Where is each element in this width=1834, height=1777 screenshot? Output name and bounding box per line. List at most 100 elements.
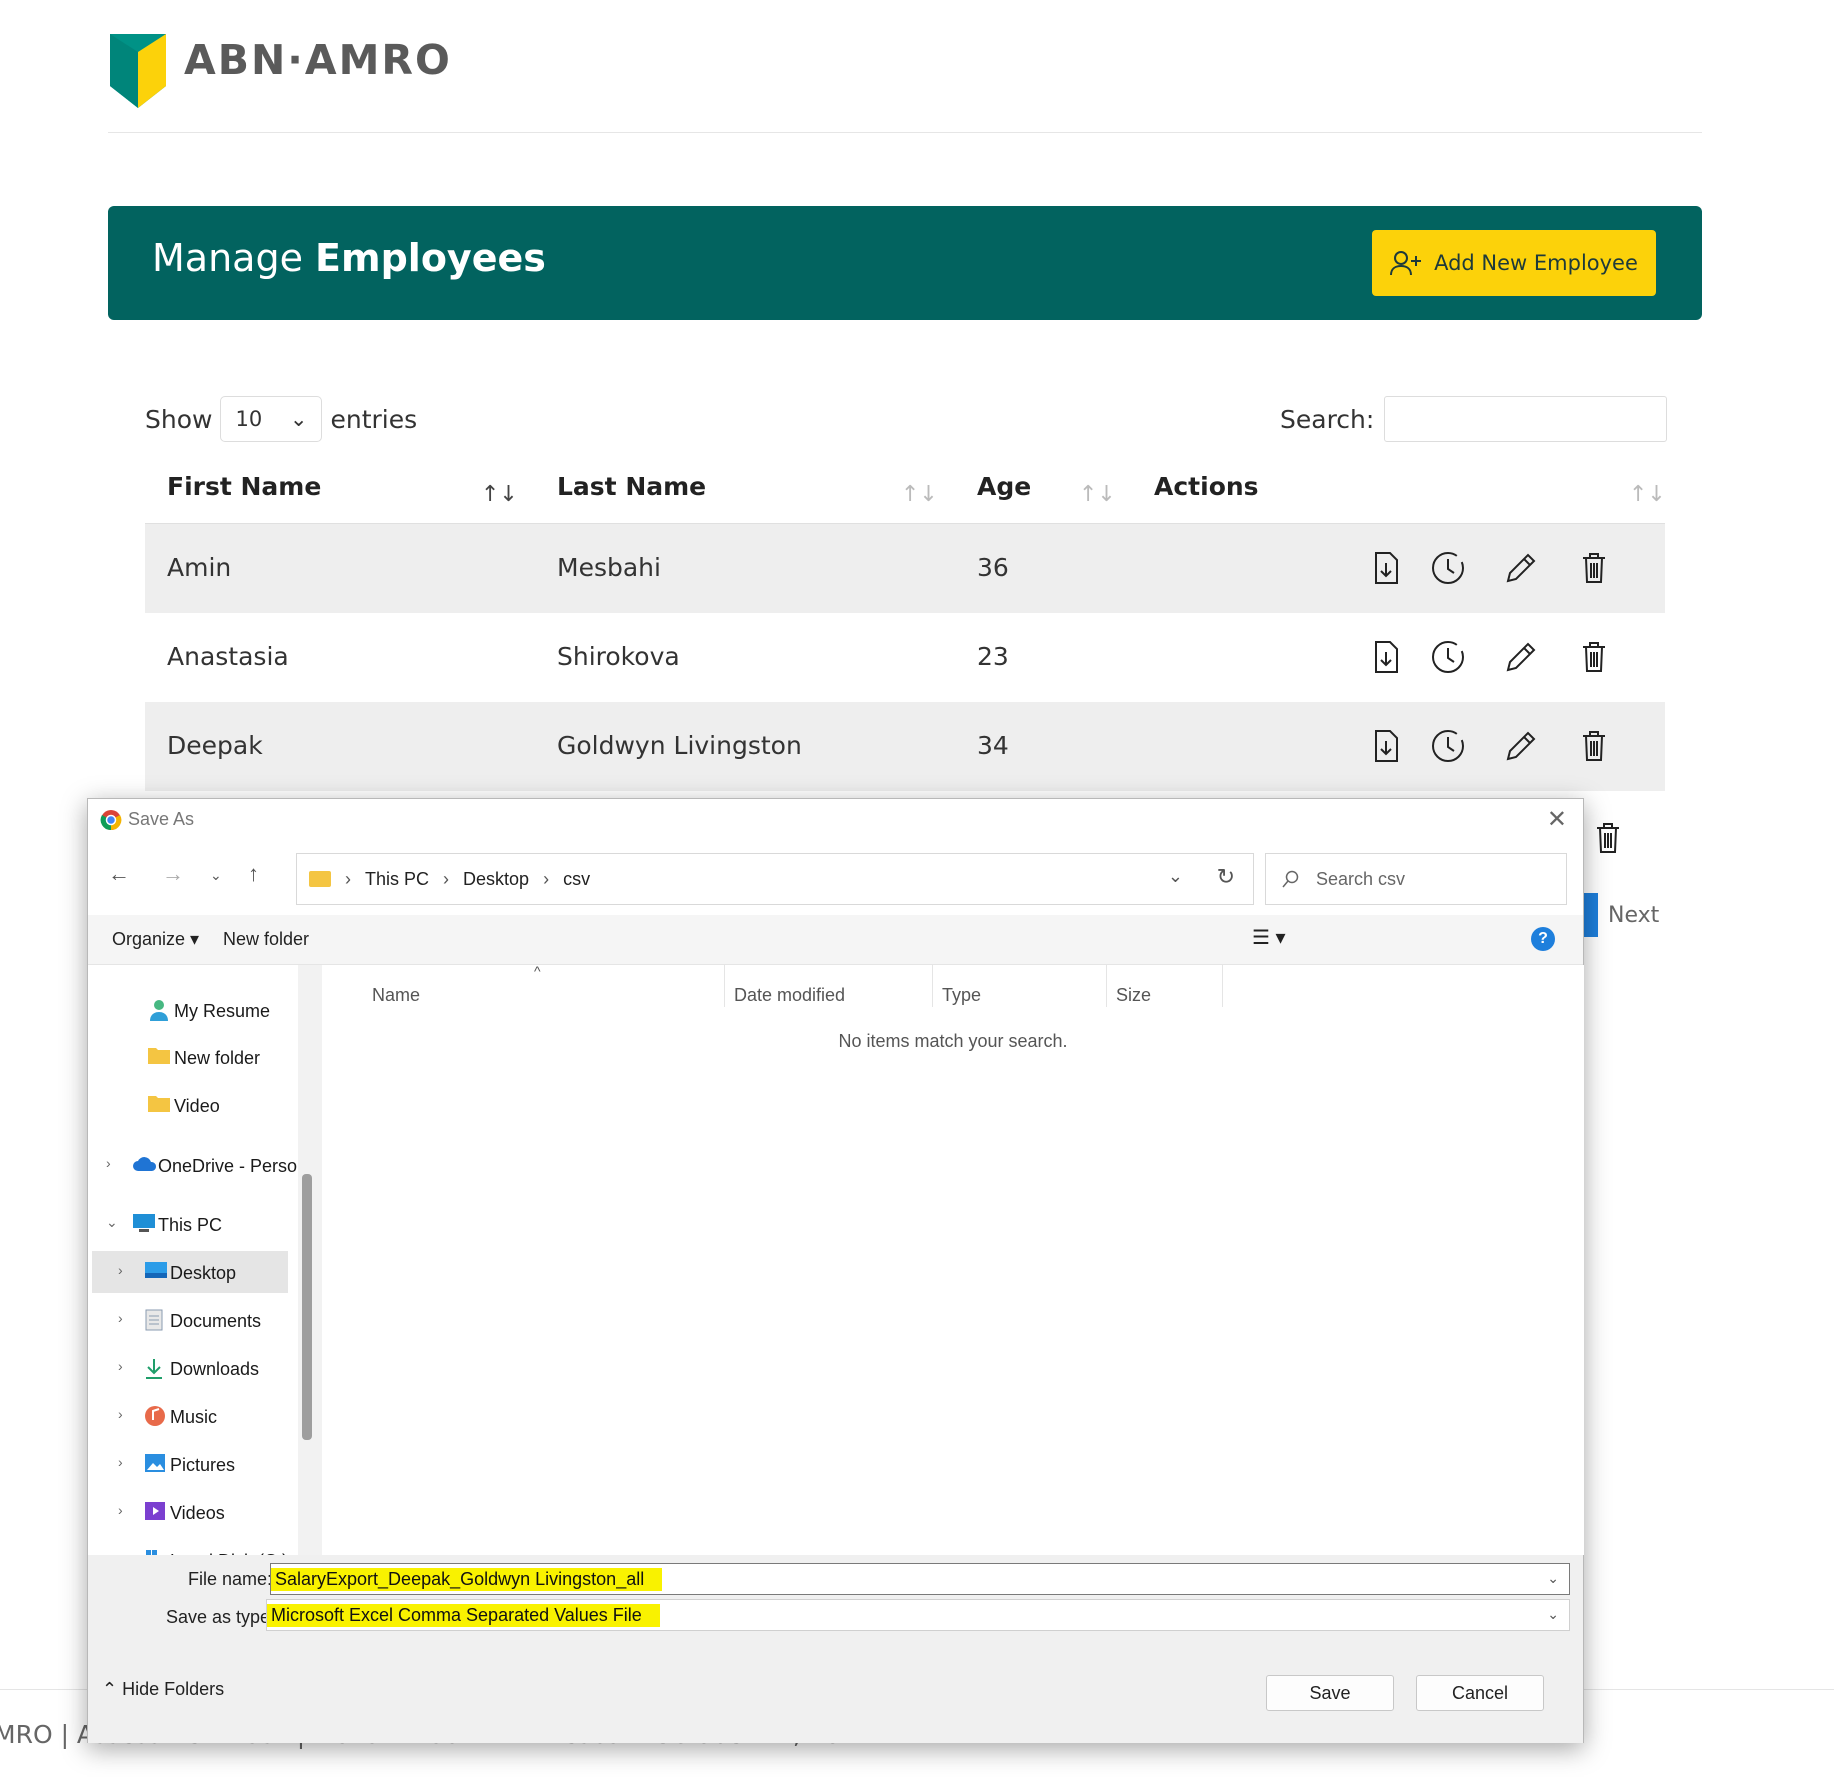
download-file-icon[interactable]: [1366, 635, 1406, 679]
column-divider[interactable]: [932, 965, 933, 1007]
edit-pencil-icon[interactable]: [1501, 724, 1541, 768]
forward-arrow-icon[interactable]: →: [162, 861, 184, 887]
sort-icon[interactable]: ↑↓: [1079, 482, 1116, 507]
col-first-name[interactable]: First Name: [167, 472, 321, 501]
chevron-down-icon[interactable]: ⌄: [1547, 1606, 1559, 1623]
file-list: Name ^ Date modified Type Size No items …: [322, 963, 1584, 1555]
tree-item-label: My Resume: [174, 1001, 271, 1021]
up-arrow-icon[interactable]: ↑: [248, 861, 259, 887]
address-bar[interactable]: › This PC › Desktop › csv ⌄ ↻: [296, 853, 1254, 905]
tree-item-video-folder[interactable]: Video: [88, 1084, 298, 1126]
download-file-icon[interactable]: [1366, 724, 1406, 768]
tree-chevron-icon[interactable]: ›: [118, 1406, 123, 1422]
column-divider[interactable]: [1106, 965, 1107, 1007]
dialog-navbar: ← → ⌄ ↑ › This PC › Desktop › csv ⌄ ↻ Se…: [88, 849, 1583, 905]
tree-item-label: Documents: [170, 1311, 262, 1331]
trash-icon[interactable]: [1574, 724, 1614, 768]
abn-shield-icon: [110, 34, 166, 108]
col-size[interactable]: Size: [1116, 985, 1151, 1006]
tree-item-music[interactable]: › Music: [88, 1395, 298, 1437]
new-folder-button[interactable]: New folder: [223, 929, 309, 950]
back-arrow-icon[interactable]: ←: [108, 861, 130, 887]
breadcrumb-item[interactable]: csv: [563, 869, 590, 890]
tree-chevron-icon[interactable]: ›: [118, 1502, 123, 1518]
page-title: Manage Employees: [152, 236, 546, 280]
tree-chevron-icon[interactable]: ›: [118, 1358, 123, 1374]
cell-last-name: Goldwyn Livingston: [557, 731, 802, 760]
col-date-modified[interactable]: Date modified: [734, 985, 845, 1006]
col-last-name[interactable]: Last Name: [557, 472, 706, 501]
sort-icon[interactable]: ↑↓: [1629, 482, 1666, 507]
col-actions[interactable]: Actions: [1154, 472, 1259, 501]
tree-item-videos[interactable]: › Videos: [88, 1491, 298, 1533]
column-divider[interactable]: [1222, 965, 1223, 1007]
tree-chevron-icon[interactable]: ⌄: [106, 1214, 118, 1231]
download-file-icon[interactable]: [1366, 546, 1406, 590]
brand-name: ABN·AMRO: [184, 36, 452, 84]
save-button[interactable]: Save: [1266, 1675, 1394, 1711]
app: ABN·AMRO Manage Employees Add New Employ…: [0, 0, 1834, 1777]
history-clock-icon[interactable]: [1428, 635, 1468, 679]
edit-pencil-icon[interactable]: [1501, 635, 1541, 679]
table-header: First Name ↑↓ Last Name ↑↓ Age ↑↓ Action…: [145, 460, 1666, 524]
tree-item-documents[interactable]: › Documents: [88, 1299, 298, 1341]
help-icon[interactable]: ?: [1531, 927, 1555, 951]
add-employee-button[interactable]: Add New Employee: [1372, 230, 1656, 296]
column-divider[interactable]: [724, 965, 725, 1007]
show-label: Show: [145, 404, 213, 434]
trash-icon[interactable]: [1574, 635, 1614, 679]
col-type[interactable]: Type: [942, 985, 981, 1006]
sort-icon[interactable]: ↑↓: [481, 482, 518, 507]
view-options-icon[interactable]: ☰ ▾: [1252, 925, 1286, 950]
entries-select[interactable]: 10 ⌄: [220, 396, 323, 442]
brand-logo[interactable]: ABN·AMRO: [110, 34, 452, 108]
edit-pencil-icon[interactable]: [1501, 546, 1541, 590]
refresh-icon[interactable]: ↻: [1217, 864, 1235, 890]
cancel-button[interactable]: Cancel: [1416, 1675, 1544, 1711]
tree-chevron-icon[interactable]: ›: [118, 1262, 123, 1278]
breadcrumb-item[interactable]: This PC: [365, 869, 429, 890]
save-type-select[interactable]: Microsoft Excel Comma Separated Values F…: [266, 1599, 1570, 1631]
tree-item-this-pc[interactable]: ⌄ This PC: [88, 1203, 298, 1245]
organize-button[interactable]: Organize ▾: [112, 929, 199, 950]
tree-item-new-folder[interactable]: New folder: [88, 1036, 298, 1078]
chevron-down-icon[interactable]: ⌄: [1547, 1570, 1559, 1587]
tree-item-desktop[interactable]: › Desktop: [92, 1251, 288, 1293]
pic-icon: [144, 1453, 166, 1472]
hide-folders-button[interactable]: ⌃ Hide Folders: [102, 1679, 224, 1700]
tree-item-pictures[interactable]: › Pictures: [88, 1443, 298, 1485]
breadcrumb-sep: ›: [543, 868, 550, 889]
tree-chevron-icon[interactable]: ›: [118, 1310, 123, 1326]
tree-item-downloads[interactable]: › Downloads: [88, 1347, 298, 1389]
file-name-input[interactable]: SalaryExport_Deepak_Goldwyn Livingston_a…: [270, 1563, 1570, 1595]
dialog-search-input[interactable]: Search csv: [1265, 853, 1567, 905]
music-icon: [144, 1405, 166, 1426]
history-clock-icon[interactable]: [1428, 724, 1468, 768]
col-name[interactable]: Name: [372, 985, 420, 1006]
tree-item-local-disk[interactable]: ›Local Disk (C:): [88, 1539, 298, 1555]
col-age[interactable]: Age: [977, 472, 1031, 501]
close-icon[interactable]: ✕: [1547, 805, 1567, 834]
history-clock-icon[interactable]: [1428, 546, 1468, 590]
pagination-active[interactable]: [1582, 893, 1598, 937]
breadcrumb-item[interactable]: Desktop: [463, 869, 529, 890]
tree-item-my-resume[interactable]: My Resume: [88, 989, 298, 1031]
tree-item-label: This PC: [158, 1215, 223, 1235]
tree-chevron-icon[interactable]: ›: [118, 1454, 123, 1470]
dialog-toolbar: Organize ▾ New folder ☰ ▾ ?: [88, 915, 1583, 965]
tree-scrollbar[interactable]: [302, 1174, 312, 1440]
entries-value: 10: [235, 407, 263, 431]
chevron-down-icon[interactable]: ⌄: [1168, 866, 1183, 887]
trash-icon[interactable]: [1574, 546, 1614, 590]
doc-icon: [144, 1309, 166, 1331]
empty-message: No items match your search.: [838, 1031, 1068, 1051]
folder-icon: [148, 1094, 170, 1112]
tree-chevron-icon[interactable]: ›: [106, 1155, 111, 1171]
tree-item-label: New folder: [174, 1048, 261, 1068]
next-button[interactable]: Next: [1608, 903, 1659, 928]
sort-icon[interactable]: ↑↓: [901, 482, 938, 507]
trash-icon[interactable]: [1588, 816, 1628, 860]
search-input[interactable]: [1384, 396, 1668, 442]
recent-dropdown-icon[interactable]: ⌄: [210, 867, 222, 884]
tree-item-onedrive[interactable]: › OneDrive - Perso: [88, 1144, 298, 1186]
